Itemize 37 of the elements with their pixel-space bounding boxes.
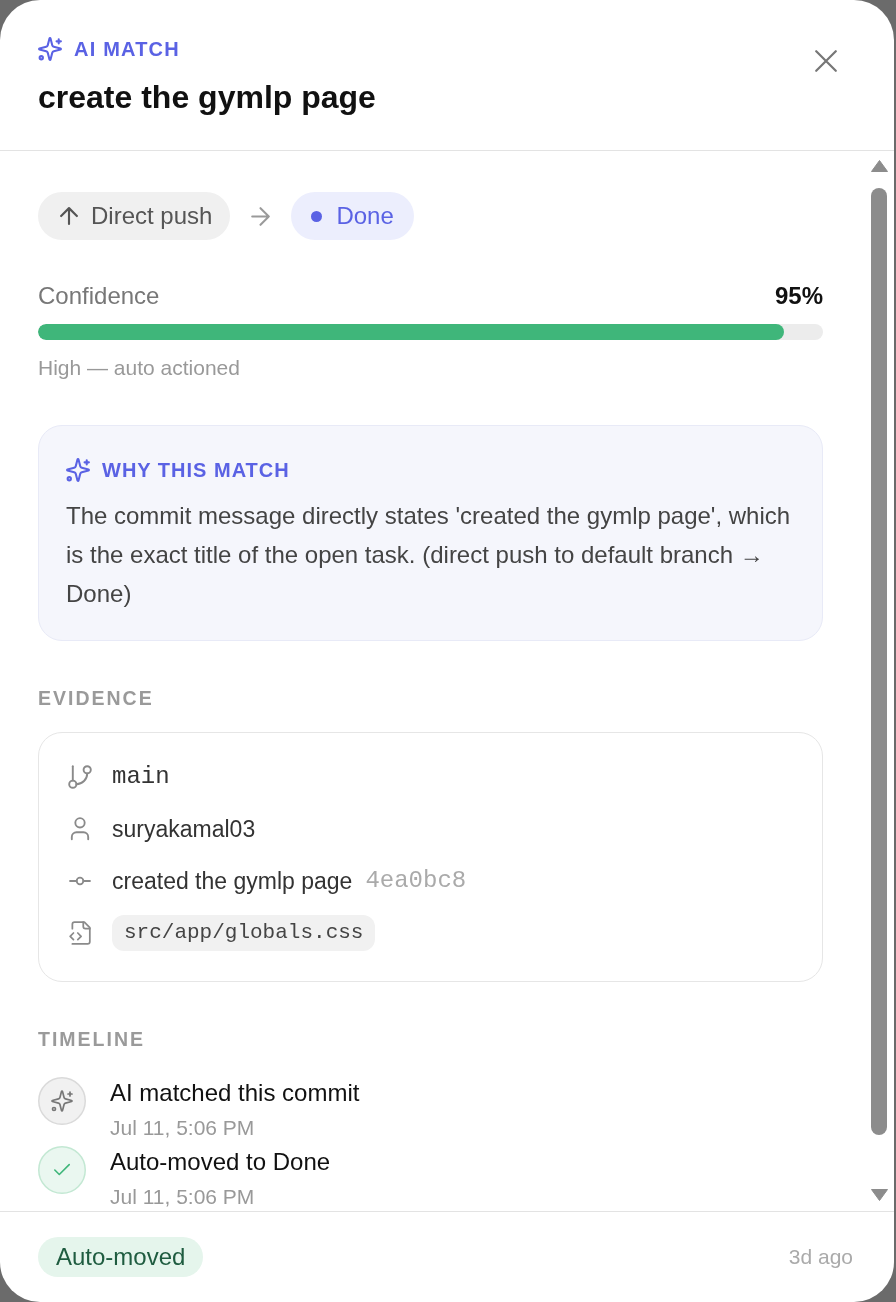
author-name: suryakamal03	[112, 815, 256, 843]
sparkle-icon	[38, 37, 62, 61]
resolution-status: Auto-moved	[38, 1237, 204, 1277]
task-title: create the gymlp page	[38, 80, 376, 114]
user-icon	[70, 817, 90, 841]
event-title: Auto-moved to Done	[110, 1147, 331, 1177]
arrow-up-icon	[60, 207, 78, 225]
evidence-heading: EVIDENCE	[38, 686, 155, 710]
status-dot-icon	[311, 210, 323, 222]
event-time: Jul 11, 5:06 PM	[110, 1184, 256, 1210]
scrollbar-thumb[interactable]	[871, 188, 887, 1135]
scroll-down-button[interactable]	[870, 1189, 888, 1201]
confidence-note: High — auto actioned	[38, 355, 241, 381]
scroll-up-button[interactable]	[870, 160, 888, 172]
explanation-text: The commit message directly states 'created the gymlp page', which is the exact title of the open task. (direct push to default branch → Done)	[66, 501, 792, 609]
branch-icon	[68, 765, 92, 789]
confidence-label: Confidence	[38, 282, 160, 310]
confidence-value: 95%	[774, 282, 823, 310]
relative-time: 3d ago	[788, 1244, 853, 1270]
branch-name: main	[112, 763, 170, 791]
eyebrow-label: AI MATCH	[74, 37, 180, 61]
event-time: Jul 11, 5:06 PM	[110, 1115, 256, 1141]
code-file-icon	[69, 921, 91, 945]
commit-message: created the gymlp page	[112, 867, 353, 895]
commit-icon	[68, 876, 92, 886]
commit-hash: 4ea0bc8	[365, 867, 467, 895]
close-icon	[815, 50, 837, 72]
explanation-heading: WHY THIS MATCH	[102, 458, 290, 482]
trigger-label: Direct push	[91, 202, 213, 230]
file-path: src/app/globals.css	[112, 915, 376, 951]
status-label: Done	[336, 202, 394, 230]
timeline-heading: TIMELINE	[38, 1027, 146, 1051]
sparkle-icon	[66, 458, 90, 482]
arrow-right-icon	[251, 206, 271, 226]
check-icon	[38, 1146, 86, 1194]
sparkle-icon	[38, 1077, 86, 1125]
event-title: AI matched this commit	[110, 1078, 360, 1108]
